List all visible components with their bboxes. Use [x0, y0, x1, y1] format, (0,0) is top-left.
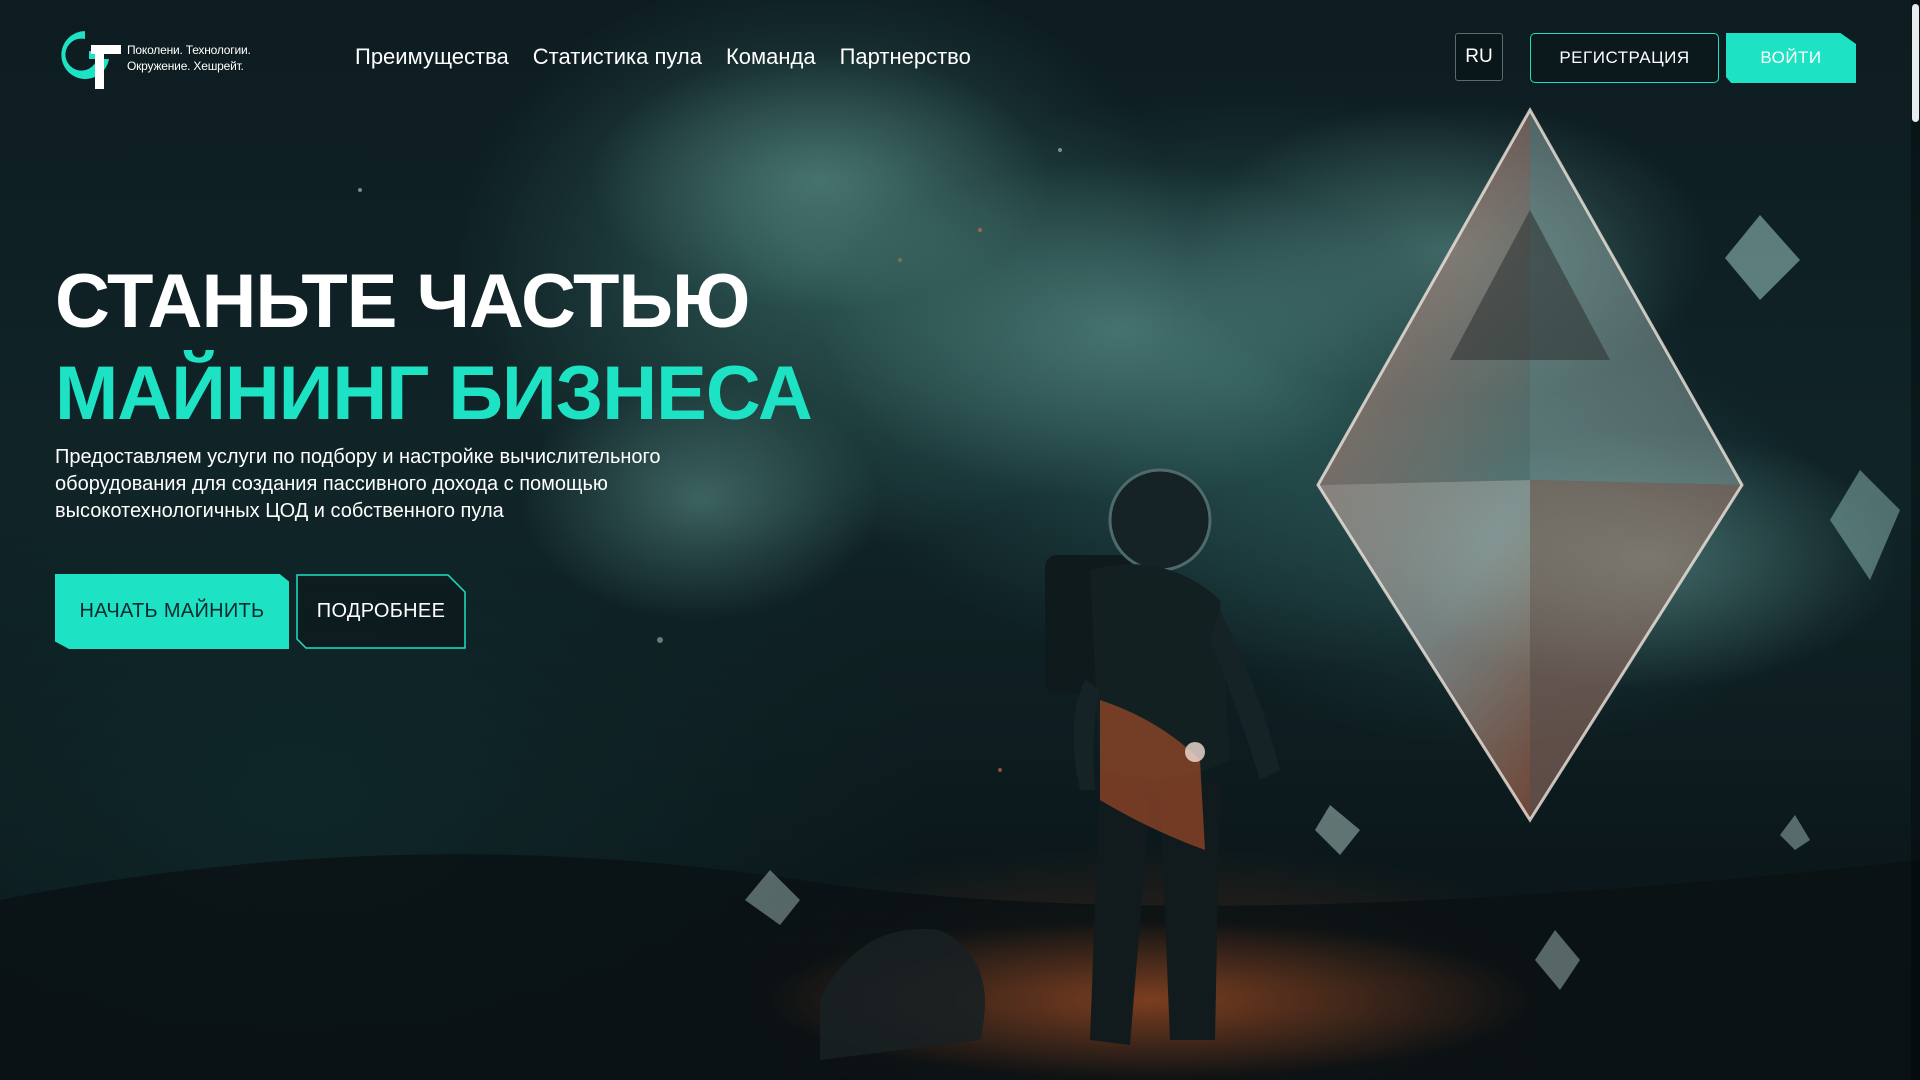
start-mining-button[interactable]: НАЧАТЬ МАЙНИТЬ	[55, 574, 289, 649]
star	[898, 258, 902, 262]
nav-item-team[interactable]: Команда	[726, 44, 816, 70]
star	[358, 188, 362, 192]
nav-item-pool-stats[interactable]: Статистика пула	[533, 44, 702, 70]
hero-description: Предоставляем услуги по подбору и настро…	[55, 446, 661, 522]
more-button[interactable]: ПОДРОБНЕЕ	[296, 574, 466, 649]
star	[978, 228, 982, 232]
login-button[interactable]: ВОЙТИ	[1726, 33, 1856, 83]
logo[interactable]: Поколени. Технологии. Окружение. Хешрейт…	[55, 25, 277, 91]
page: Поколени. Технологии. Окружение. Хешрейт…	[0, 0, 1920, 1080]
main-nav: Преимущества Статистика пула Команда Пар…	[355, 44, 971, 70]
logo-mark-icon	[61, 31, 121, 89]
hero-title-line2: МАЙНИНГ БИЗНЕСА	[55, 351, 813, 436]
hero-illustration	[0, 50, 1920, 1080]
star	[1058, 148, 1062, 152]
crystal-shard	[1780, 815, 1810, 850]
star	[657, 637, 663, 643]
scrollbar[interactable]	[1911, 0, 1920, 1080]
crystal-shard	[1725, 215, 1800, 300]
more-button-label: ПОДРОБНЕЕ	[316, 600, 446, 622]
logo-tagline: Поколени. Технологии. Окружение. Хешрейт…	[127, 42, 277, 74]
scrollbar-thumb[interactable]	[1912, 4, 1919, 122]
hero-title-line1: СТАНЬТЕ ЧАСТЬЮ	[55, 259, 750, 344]
crystal-shard	[1315, 805, 1360, 855]
logo-tagline-line2: Окружение. Хешрейт.	[127, 59, 244, 73]
language-button[interactable]: RU	[1455, 33, 1503, 81]
register-button[interactable]: РЕГИСТРАЦИЯ	[1530, 33, 1719, 83]
nav-item-advantages[interactable]: Преимущества	[355, 44, 509, 70]
logo-tagline-line1: Поколени. Технологии.	[127, 43, 251, 57]
nav-item-partnership[interactable]: Партнерство	[840, 44, 971, 70]
star	[998, 768, 1002, 772]
